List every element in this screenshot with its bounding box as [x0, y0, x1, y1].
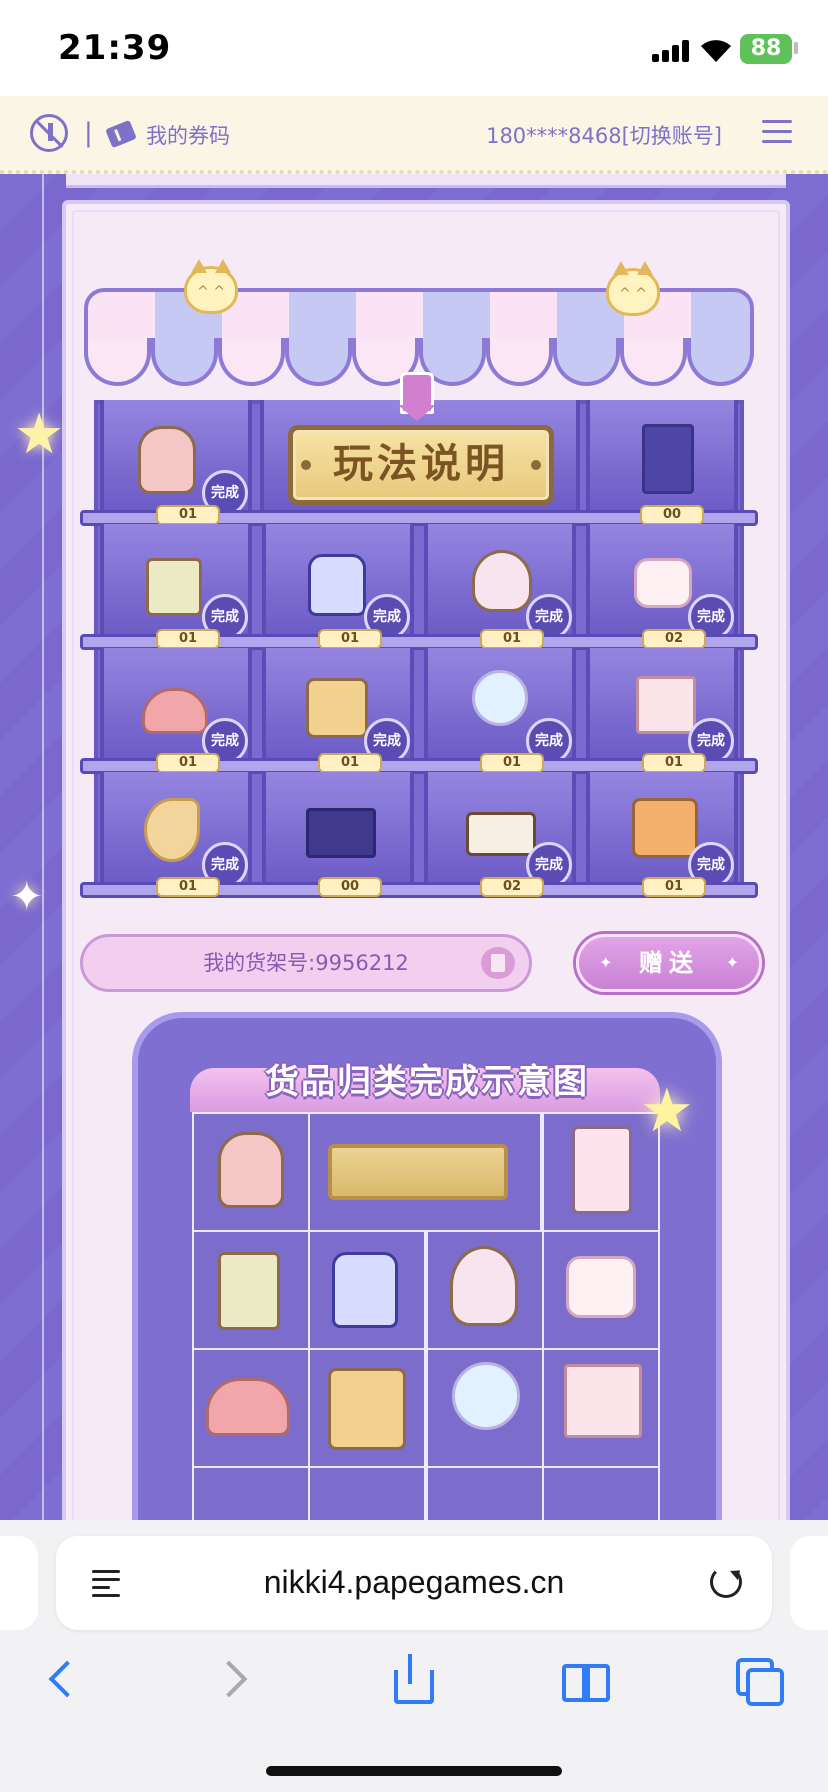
- milk-carton-item-icon: [564, 1364, 642, 1438]
- hamburger-menu-icon[interactable]: [762, 120, 792, 144]
- wifi-icon: [701, 40, 731, 62]
- next-tab-peek[interactable]: [790, 1536, 828, 1630]
- cat-hat-item-icon: [206, 1378, 290, 1436]
- shell-ring-item-icon: [450, 1246, 518, 1326]
- decorative-line: [42, 174, 44, 1520]
- cat-mascot-icon: ^ ^: [184, 259, 238, 314]
- star-decoration-icon: ★: [14, 402, 65, 467]
- flower-basket-item-icon: [146, 558, 202, 616]
- milk-carton-item-icon: [636, 676, 696, 734]
- gift-button[interactable]: ✦ 赠送 ✦: [576, 934, 762, 992]
- address-bar[interactable]: nikki4.papegames.cn: [56, 1536, 772, 1630]
- sparkle-icon: ✦: [725, 953, 739, 972]
- item-count-tag: 01: [480, 629, 544, 649]
- home-indicator: [266, 1766, 562, 1776]
- bunny-mug-item-icon: [566, 1256, 636, 1318]
- shelf-row: 完成 完成 完成 01 00 02 01: [80, 772, 758, 898]
- perfume-bottle-item-icon: [308, 554, 366, 616]
- bunny-mug-item-icon: [634, 558, 692, 608]
- bookmarks-icon[interactable]: [556, 1652, 612, 1708]
- tabs-icon[interactable]: [732, 1652, 788, 1708]
- photo-frame-item-icon: [306, 808, 376, 858]
- previous-section-edge: [66, 174, 786, 188]
- site-top-bar: | 我的券码 180****8468[切换账号]: [0, 96, 828, 174]
- status-bar: 21:39 88: [0, 0, 828, 96]
- star-decoration-icon: ★: [640, 1076, 694, 1146]
- item-count-tag: 01: [156, 877, 220, 897]
- bar-divider: |: [84, 118, 93, 148]
- cellular-signal-icon: [652, 38, 692, 62]
- sparkle-icon: ✦: [599, 953, 613, 972]
- gift-button-label: 赠送: [639, 949, 699, 977]
- url-text: nikki4.papegames.cn: [263, 1564, 565, 1600]
- cat-mascot-icon: ^ ^: [606, 261, 660, 316]
- item-count-tag: 00: [318, 877, 382, 897]
- flower-basket-item-icon: [218, 1252, 280, 1330]
- moon-pillow-item-icon: [144, 798, 200, 862]
- shelf-row: 完成 完成 完成 完成 01 01 01 02: [80, 524, 758, 650]
- copy-icon[interactable]: [481, 947, 515, 979]
- switch-account-link[interactable]: 180****8468[切换账号]: [486, 120, 722, 150]
- photo-album-item-icon: [572, 1126, 632, 1214]
- backpack-item-icon: [218, 1132, 284, 1208]
- item-count-tag: 00: [640, 505, 704, 525]
- sparkle-icon: ✦: [10, 874, 44, 920]
- shelf-number-field: 我的货架号:9956212: [80, 934, 532, 992]
- camera-item-icon: [632, 798, 698, 858]
- item-count-tag: 02: [642, 629, 706, 649]
- forward-icon[interactable]: [206, 1652, 262, 1708]
- item-count-tag: 01: [642, 753, 706, 773]
- down-arrow-icon: [398, 372, 436, 421]
- shelf-number-text: 我的货架号:9956212: [203, 951, 409, 975]
- perfume-bottle-item-icon: [332, 1252, 398, 1328]
- ticket-icon: [105, 119, 137, 149]
- suitcase-item-icon: [306, 678, 368, 738]
- shelf-row: 完成 完成 完成 完成 01 01 01 01: [80, 648, 758, 774]
- how-to-play-button[interactable]: 玩法说明: [288, 425, 554, 505]
- back-icon[interactable]: [36, 1652, 92, 1708]
- item-count-tag: 02: [480, 877, 544, 897]
- item-count-tag: 01: [156, 505, 220, 525]
- item-count-tag: 01: [318, 753, 382, 773]
- my-coupons-link[interactable]: 我的券码: [146, 120, 230, 150]
- crystal-ball-item-icon: [452, 1362, 520, 1430]
- crystal-ball-item-icon: [472, 670, 528, 726]
- example-sign-board: [328, 1144, 508, 1200]
- reload-icon[interactable]: [710, 1566, 742, 1598]
- item-count-tag: 01: [156, 753, 220, 773]
- shell-ring-item-icon: [472, 550, 532, 612]
- music-mute-icon[interactable]: [30, 114, 68, 152]
- status-time: 21:39: [58, 28, 172, 68]
- item-count-tag: 01: [156, 629, 220, 649]
- cake-item-icon: [466, 812, 536, 856]
- item-count-tag: 01: [642, 877, 706, 897]
- suitcase-item-icon: [328, 1368, 406, 1450]
- share-icon[interactable]: [382, 1652, 438, 1708]
- cat-hat-item-icon: [142, 688, 208, 734]
- item-count-tag: 01: [480, 753, 544, 773]
- battery-icon: 88: [740, 34, 792, 64]
- example-title: 货品归类完成示意图: [265, 1062, 589, 1102]
- backpack-item-icon: [138, 426, 196, 494]
- battery-tip: [794, 42, 798, 54]
- previous-tab-peek[interactable]: [0, 1536, 38, 1630]
- item-count-tag: 01: [318, 629, 382, 649]
- notebook-item-icon: [642, 424, 694, 494]
